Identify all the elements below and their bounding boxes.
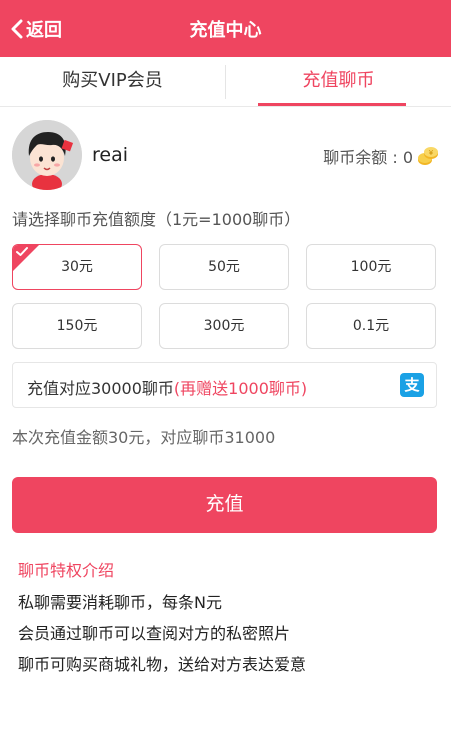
amount-option-150[interactable]: 150元 [12, 303, 142, 349]
amount-option-50[interactable]: 50元 [159, 244, 289, 290]
amount-option-label: 100元 [350, 259, 392, 275]
tab-bar: 购买VIP会员 充值聊币 [0, 57, 451, 107]
header-bar: 返回 充值中心 [0, 0, 451, 57]
amount-option-label: 300元 [203, 318, 245, 334]
tab-buy-vip[interactable]: 购买VIP会员 [0, 57, 225, 107]
recharge-button[interactable]: 充值 [12, 477, 437, 533]
amount-option-label: 150元 [56, 318, 98, 334]
avatar [12, 120, 82, 190]
checkmark-icon [16, 247, 28, 256]
alipay-icon[interactable]: 支 [400, 373, 424, 397]
privilege-item: 会员通过聊币可以查阅对方的私密照片 [18, 624, 291, 643]
page-title: 充值中心 [189, 20, 262, 41]
conversion-amount: 充值对应30000聊币 [27, 379, 174, 398]
tab-recharge-coins[interactable]: 充值聊币 [226, 57, 451, 107]
active-tab-indicator [258, 103, 406, 106]
conversion-bonus: (再赠送1000聊币) [173, 379, 308, 398]
amount-option-100[interactable]: 100元 [306, 244, 436, 290]
coin-balance: 聊币余额 : 0 ¥ [323, 144, 439, 168]
conversion-row: 充值对应30000聊币(再赠送1000聊币) 支 [12, 362, 437, 408]
amount-option-30[interactable]: 30元 [12, 244, 142, 290]
privileges-title: 聊币特权介绍 [18, 561, 115, 580]
coin-balance-label: 聊币余额 : 0 [323, 148, 413, 167]
user-info: reai 聊币余额 : 0 ¥ [0, 118, 451, 192]
amount-option-label: 50元 [208, 259, 240, 275]
cartoon-avatar-icon [12, 120, 82, 190]
conversion-text: 充值对应30000聊币(再赠送1000聊币) [27, 375, 307, 399]
privilege-item: 聊币可购买商城礼物，送给对方表达爱意 [18, 655, 307, 674]
amount-option-label: 0.1元 [352, 318, 390, 334]
svg-text:¥: ¥ [429, 149, 434, 157]
amount-option-300[interactable]: 300元 [159, 303, 289, 349]
amount-option-0-1[interactable]: 0.1元 [306, 303, 436, 349]
privilege-item: 私聊需要消耗聊币，每条N元 [18, 593, 222, 612]
recharge-summary: 本次充值金额30元，对应聊币31000 [12, 428, 276, 447]
coin-icon: ¥ [418, 147, 438, 165]
amount-prompt: 请选择聊币充值额度（1元=1000聊币） [12, 210, 301, 229]
username: reai [92, 144, 129, 166]
amount-option-label: 30元 [61, 259, 93, 275]
